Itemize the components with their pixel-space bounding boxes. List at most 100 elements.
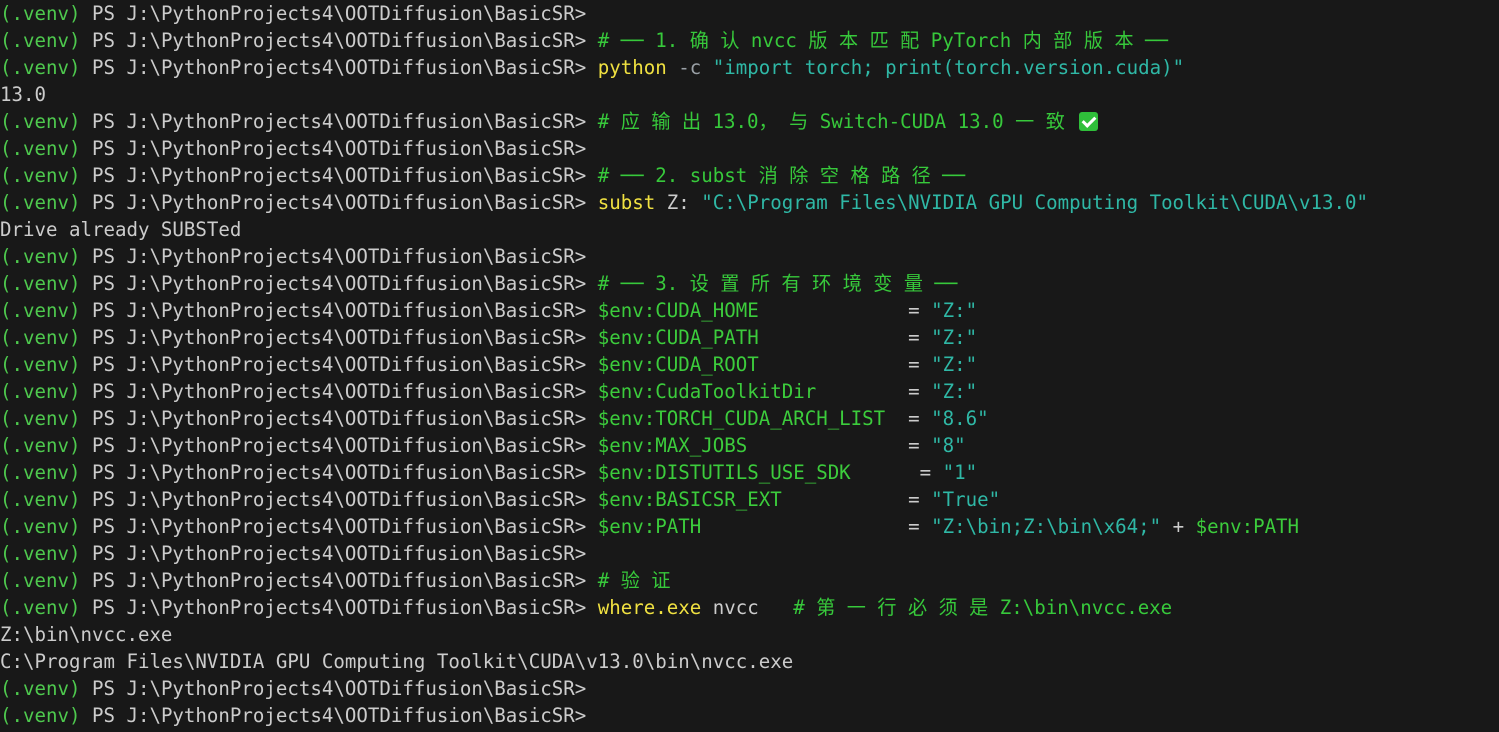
venv-indicator: (.venv) [0,299,92,322]
operator: = [758,353,932,376]
venv-indicator: (.venv) [0,461,92,484]
prompt-path: PS J:\PythonProjects4\OOTDiffusion\Basic… [91,677,587,700]
venv-indicator: (.venv) [0,407,92,430]
comment-text: # ── 2. subst 消 除 空 格 路 径 ── [597,164,966,187]
terminal-line: Z:\bin\nvcc.exe [0,621,1499,648]
comment-text: # ── 1. 确 认 nvcc 版 本 匹 配 PyTorch 内 部 版 本… [597,29,1169,52]
terminal-line: Drive already SUBSTed [0,216,1499,243]
prompt-path: PS J:\PythonProjects4\OOTDiffusion\Basic… [91,137,587,160]
prompt-path: PS J:\PythonProjects4\OOTDiffusion\Basic… [91,515,598,538]
venv-indicator: (.venv) [0,56,92,79]
venv-indicator: (.venv) [0,2,92,25]
prompt-path: PS J:\PythonProjects4\OOTDiffusion\Basic… [91,488,598,511]
terminal-line: (.venv) PS J:\PythonProjects4\OOTDiffusi… [0,243,1499,270]
operator: = [781,488,932,511]
command-name: subst [597,191,656,214]
venv-indicator: (.venv) [0,272,92,295]
venv-indicator: (.venv) [0,164,92,187]
prompt-path: PS J:\PythonProjects4\OOTDiffusion\Basic… [91,299,598,322]
terminal-line: (.venv) PS J:\PythonProjects4\OOTDiffusi… [0,675,1499,702]
output-text: Z: [655,191,702,214]
string-literal: "Z:" [931,380,978,403]
env-variable: $env:PATH [597,515,702,538]
operator: + [1161,515,1196,538]
env-variable: $env:TORCH_CUDA_ARCH_LIST [597,407,886,430]
prompt-path: PS J:\PythonProjects4\OOTDiffusion\Basic… [91,191,598,214]
terminal-line: (.venv) PS J:\PythonProjects4\OOTDiffusi… [0,540,1499,567]
operator: = [885,407,932,430]
venv-indicator: (.venv) [0,596,92,619]
string-literal: "Z:" [931,299,978,322]
command-flag: -c [666,56,713,79]
operator: = [747,434,932,457]
env-variable: $env:CudaToolkitDir [597,380,817,403]
terminal-line: (.venv) PS J:\PythonProjects4\OOTDiffusi… [0,54,1499,81]
venv-indicator: (.venv) [0,704,92,727]
venv-indicator: (.venv) [0,488,92,511]
string-literal: "True" [931,488,1001,511]
venv-indicator: (.venv) [0,353,92,376]
prompt-path: PS J:\PythonProjects4\OOTDiffusion\Basic… [91,704,587,727]
terminal-output[interactable]: (.venv) PS J:\PythonProjects4\OOTDiffusi… [0,0,1499,732]
terminal-line: (.venv) PS J:\PythonProjects4\OOTDiffusi… [0,405,1499,432]
check-icon [1079,112,1099,131]
venv-indicator: (.venv) [0,434,92,457]
env-variable: $env:CUDA_ROOT [597,353,759,376]
env-variable: $env:CUDA_HOME [597,299,759,322]
venv-indicator: (.venv) [0,677,92,700]
venv-indicator: (.venv) [0,245,92,268]
prompt-path: PS J:\PythonProjects4\OOTDiffusion\Basic… [91,2,587,25]
env-variable: $env:DISTUTILS_USE_SDK [597,461,851,484]
string-literal: "Z:\bin;Z:\bin\x64;" [931,515,1162,538]
prompt-path: PS J:\PythonProjects4\OOTDiffusion\Basic… [91,29,598,52]
terminal-line: 13.0 [0,81,1499,108]
string-literal: "8.6" [931,407,989,430]
operator: = [701,515,932,538]
prompt-path: PS J:\PythonProjects4\OOTDiffusion\Basic… [91,434,598,457]
terminal-line: (.venv) PS J:\PythonProjects4\OOTDiffusi… [0,594,1499,621]
comment-text: # 应 输 出 13.0， 与 Switch-CUDA 13.0 一 致 [597,110,1077,133]
operator: = [850,461,943,484]
venv-indicator: (.venv) [0,29,92,52]
comment-text: # 验 证 [597,569,671,592]
venv-indicator: (.venv) [0,137,92,160]
prompt-path: PS J:\PythonProjects4\OOTDiffusion\Basic… [91,353,598,376]
string-literal: "Z:" [931,353,978,376]
output-text: C:\Program Files\NVIDIA GPU Computing To… [0,650,794,673]
prompt-path: PS J:\PythonProjects4\OOTDiffusion\Basic… [91,380,598,403]
terminal-line: (.venv) PS J:\PythonProjects4\OOTDiffusi… [0,270,1499,297]
command-name: where.exe [597,596,702,619]
terminal-line: (.venv) PS J:\PythonProjects4\OOTDiffusi… [0,324,1499,351]
output-text: nvcc [701,596,794,619]
terminal-line: (.venv) PS J:\PythonProjects4\OOTDiffusi… [0,162,1499,189]
prompt-path: PS J:\PythonProjects4\OOTDiffusion\Basic… [91,56,598,79]
output-text: Z:\bin\nvcc.exe [0,623,173,646]
terminal-line: (.venv) PS J:\PythonProjects4\OOTDiffusi… [0,513,1499,540]
env-variable: $env:MAX_JOBS [597,434,748,457]
prompt-path: PS J:\PythonProjects4\OOTDiffusion\Basic… [91,164,598,187]
prompt-path: PS J:\PythonProjects4\OOTDiffusion\Basic… [91,569,598,592]
terminal-line: (.venv) PS J:\PythonProjects4\OOTDiffusi… [0,0,1499,27]
terminal-line: (.venv) PS J:\PythonProjects4\OOTDiffusi… [0,27,1499,54]
prompt-path: PS J:\PythonProjects4\OOTDiffusion\Basic… [91,272,598,295]
prompt-path: PS J:\PythonProjects4\OOTDiffusion\Basic… [91,596,598,619]
prompt-path: PS J:\PythonProjects4\OOTDiffusion\Basic… [91,245,587,268]
operator: = [816,380,932,403]
env-variable: $env:CUDA_PATH [597,326,759,349]
venv-indicator: (.venv) [0,542,92,565]
string-literal: "1" [942,461,978,484]
string-literal: "8" [931,434,966,457]
terminal-line: (.venv) PS J:\PythonProjects4\OOTDiffusi… [0,567,1499,594]
prompt-path: PS J:\PythonProjects4\OOTDiffusion\Basic… [91,407,598,430]
prompt-path: PS J:\PythonProjects4\OOTDiffusion\Basic… [91,542,587,565]
string-literal: "C:\Program Files\NVIDIA GPU Computing T… [701,191,1368,214]
string-literal: "Z:" [931,326,978,349]
terminal-line: (.venv) PS J:\PythonProjects4\OOTDiffusi… [0,351,1499,378]
terminal-line: (.venv) PS J:\PythonProjects4\OOTDiffusi… [0,486,1499,513]
terminal-line: (.venv) PS J:\PythonProjects4\OOTDiffusi… [0,378,1499,405]
comment-text: # 第 一 行 必 须 是 Z:\bin\nvcc.exe [793,596,1173,619]
operator: = [758,326,932,349]
env-variable: $env:PATH [1195,515,1300,538]
prompt-path: PS J:\PythonProjects4\OOTDiffusion\Basic… [91,110,598,133]
env-variable: $env:BASICSR_EXT [597,488,782,511]
